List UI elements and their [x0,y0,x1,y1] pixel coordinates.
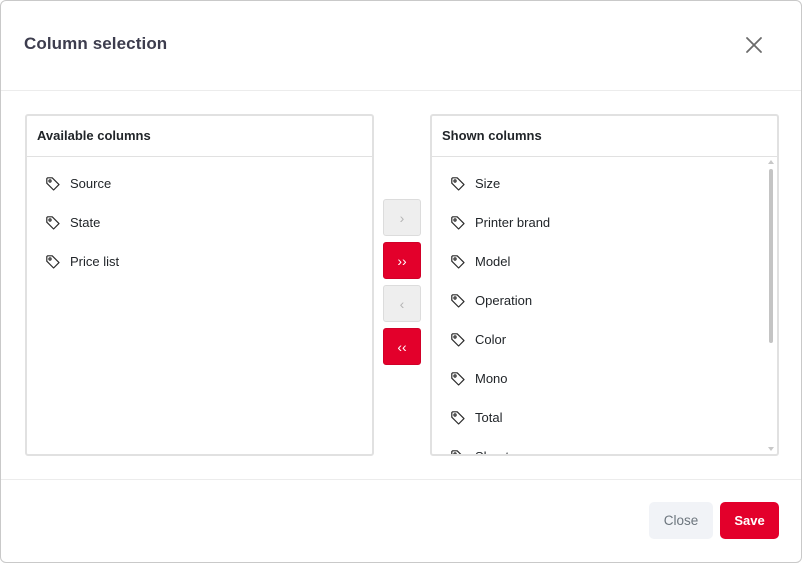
scrollbar-thumb[interactable] [769,169,773,343]
tag-icon [450,215,466,231]
shown-columns-scrollbar[interactable] [767,157,775,454]
shown-columns-list-container: Size Printer brand Model Operation Color Mono… [432,157,777,454]
move-left-button[interactable]: ‹ [383,285,421,322]
list-item[interactable]: Source [27,164,372,203]
move-all-right-button[interactable]: ›› [383,242,421,279]
list-item[interactable]: Mono [432,359,777,398]
tag-icon [45,254,61,270]
tag-icon [450,371,466,387]
list-item-label: Color [475,332,507,347]
double-chevron-right-icon: ›› [397,252,407,269]
move-right-button[interactable]: › [383,199,421,236]
dialog-title: Column selection [24,34,168,53]
close-button[interactable]: Close [649,502,713,539]
save-button[interactable]: Save [720,502,779,539]
double-chevron-left-icon: ‹‹ [397,338,407,355]
list-item-label: Source [70,176,112,191]
list-item-label: State [70,215,101,230]
chevron-right-icon: › [399,209,405,226]
tag-icon [45,215,61,231]
shown-columns-panel: Shown columns Size Printer brand Model Oper… [430,114,779,456]
list-item[interactable]: State [27,203,372,242]
chevron-left-icon: ‹ [399,295,405,312]
list-item[interactable]: Printer brand [432,203,777,242]
list-item-label: Total [475,410,503,425]
tag-icon [450,332,466,348]
tag-icon [450,254,466,270]
list-item[interactable]: Total [432,398,777,437]
list-item[interactable]: Price list [27,242,372,281]
tag-icon [450,293,466,309]
scroll-up-icon[interactable] [768,160,774,164]
list-item-label: Mono [475,371,508,386]
tag-icon [450,449,466,454]
list-item-label: Printer brand [475,215,551,230]
list-item-label: Sheets [475,449,515,454]
available-columns-header: Available columns [27,116,372,157]
list-item-label: Size [475,176,501,191]
list-item[interactable]: Size [432,164,777,203]
shown-columns-list: Size Printer brand Model Operation Color Mono… [432,157,777,454]
tag-icon [450,176,466,192]
list-item-label: Price list [70,254,120,269]
list-item[interactable]: Model [432,242,777,281]
list-item[interactable]: Color [432,320,777,359]
list-item-label: Operation [475,293,533,308]
available-columns-list-container: Source State Price list [27,157,372,454]
list-item[interactable]: Operation [432,281,777,320]
tag-icon [45,176,61,192]
available-columns-panel: Available columns Source State Price list [25,114,374,456]
dialog-header: Column selection [1,1,801,91]
list-item-label: Model [475,254,511,269]
list-item[interactable]: Sheets [432,437,777,454]
tag-icon [450,410,466,426]
shown-columns-header: Shown columns [432,116,777,157]
dialog-footer: Close Save [1,479,801,563]
scroll-down-icon[interactable] [768,447,774,451]
close-icon[interactable] [742,33,766,57]
column-selection-dialog: Column selection Available columns Sourc… [0,0,802,563]
move-all-left-button[interactable]: ‹‹ [383,328,421,365]
available-columns-list: Source State Price list [27,157,372,281]
